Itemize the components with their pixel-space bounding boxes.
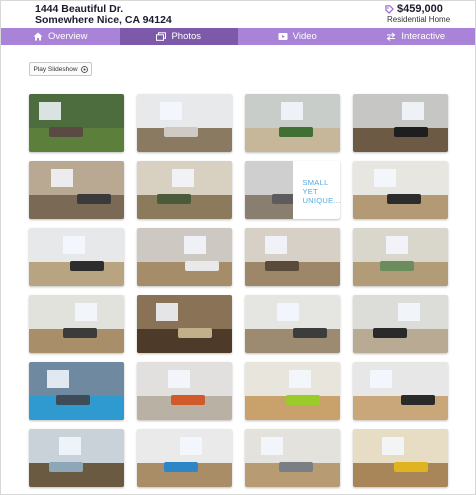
- tab-overview-label: Overview: [47, 31, 88, 42]
- overlay-text-line2: YET: [302, 187, 318, 196]
- photo-window: [59, 437, 81, 455]
- property-type: Residential Home: [387, 15, 451, 24]
- tab-bar: Overview Photos Video Interactive: [1, 28, 475, 45]
- photo-furniture: [49, 462, 83, 472]
- tab-video[interactable]: Video: [238, 28, 357, 45]
- photo-thumbnail[interactable]: [245, 94, 340, 152]
- photo-thumbnail[interactable]: [353, 362, 448, 420]
- photo-window: [402, 102, 424, 120]
- photo-window: [160, 102, 182, 120]
- photo-furniture: [373, 328, 407, 338]
- photo-furniture: [171, 395, 205, 405]
- photo-furniture: [63, 328, 97, 338]
- photo-furniture: [279, 127, 313, 137]
- photo-furniture: [401, 395, 435, 405]
- photo-window: [39, 102, 61, 120]
- price-group: $459,000: [385, 3, 443, 15]
- photo-thumbnail[interactable]: [137, 228, 232, 286]
- photo-furniture: [394, 462, 428, 472]
- photo-thumbnail[interactable]: [137, 94, 232, 152]
- video-icon: [278, 33, 288, 40]
- home-icon: [33, 32, 43, 41]
- listing-gallery-page: 1444 Beautiful Dr. Somewhere Nice, CA 94…: [0, 0, 476, 495]
- photos-icon: [156, 32, 167, 41]
- photo-thumbnail[interactable]: [29, 161, 124, 219]
- photo-thumbnail[interactable]: [29, 228, 124, 286]
- photo-thumbnail[interactable]: [245, 295, 340, 353]
- price-tag-icon: [385, 4, 394, 14]
- listing-header: 1444 Beautiful Dr. Somewhere Nice, CA 94…: [1, 1, 475, 28]
- photo-thumbnail[interactable]: [29, 429, 124, 487]
- photo-furniture: [293, 328, 327, 338]
- photo-furniture: [380, 261, 414, 271]
- tab-overview[interactable]: Overview: [1, 28, 120, 45]
- photo-furniture: [279, 462, 313, 472]
- photo-furniture: [164, 462, 198, 472]
- photo-thumbnail[interactable]: [245, 228, 340, 286]
- photo-thumbnail[interactable]: [353, 94, 448, 152]
- photo-thumbnail[interactable]: [353, 161, 448, 219]
- photo-text-overlay: SMALL YET UNIQUE...: [293, 161, 340, 219]
- photo-thumbnail[interactable]: [245, 362, 340, 420]
- photo-thumbnail[interactable]: [29, 362, 124, 420]
- photo-furniture: [70, 261, 104, 271]
- photo-thumbnail[interactable]: [29, 94, 124, 152]
- photo-furniture: [164, 127, 198, 137]
- address-line2: Somewhere Nice, CA 94124: [35, 14, 172, 26]
- photo-window: [281, 102, 303, 120]
- play-slideshow-button[interactable]: Play Slideshow: [29, 62, 92, 76]
- tab-photos-label: Photos: [171, 31, 202, 42]
- photo-furniture: [56, 395, 90, 405]
- tab-photos[interactable]: Photos: [119, 28, 238, 45]
- photo-thumbnail[interactable]: [137, 161, 232, 219]
- photo-furniture: [394, 127, 428, 137]
- photo-thumbnail[interactable]: [353, 228, 448, 286]
- photo-window: [374, 169, 396, 187]
- photo-window: [184, 236, 206, 254]
- photo-thumbnail[interactable]: [353, 429, 448, 487]
- tab-video-label: Video: [292, 31, 317, 42]
- photo-window: [277, 303, 299, 321]
- photo-window: [47, 370, 69, 388]
- play-icon: [80, 65, 88, 73]
- photo-window: [370, 370, 392, 388]
- photo-thumbnail[interactable]: [137, 362, 232, 420]
- photo-window: [261, 437, 283, 455]
- price: $459,000: [397, 3, 443, 15]
- photo-furniture: [286, 395, 320, 405]
- photo-furniture: [49, 127, 83, 137]
- photo-furniture: [265, 261, 299, 271]
- tab-interactive[interactable]: Interactive: [357, 28, 476, 45]
- photo-window: [382, 437, 404, 455]
- photo-window: [265, 236, 287, 254]
- photo-furniture: [77, 194, 111, 204]
- photo-thumbnail[interactable]: [353, 295, 448, 353]
- photo-window: [386, 236, 408, 254]
- photo-furniture: [157, 194, 191, 204]
- photo-window: [168, 370, 190, 388]
- photo-thumbnail[interactable]: [245, 429, 340, 487]
- photo-window: [75, 303, 97, 321]
- photo-window: [63, 236, 85, 254]
- photo-furniture: [185, 261, 219, 271]
- photo-window: [156, 303, 178, 321]
- photo-thumbnail[interactable]: [137, 429, 232, 487]
- photo-thumbnail[interactable]: [137, 295, 232, 353]
- overlay-text-line3: UNIQUE...: [302, 196, 340, 205]
- photo-furniture: [178, 328, 212, 338]
- photo-thumbnail[interactable]: [29, 295, 124, 353]
- photo-furniture: [387, 194, 421, 204]
- photo-window: [289, 370, 311, 388]
- photo-window: [51, 169, 73, 187]
- tab-interactive-label: Interactive: [401, 31, 446, 42]
- arrows-icon: [386, 32, 396, 41]
- photo-window: [172, 169, 194, 187]
- photo-window: [180, 437, 202, 455]
- photo-window: [398, 303, 420, 321]
- photo-thumbnail[interactable]: SMALL YET UNIQUE...: [245, 161, 340, 219]
- overlay-text-line1: SMALL: [302, 178, 329, 187]
- play-slideshow-label: Play Slideshow: [33, 65, 78, 73]
